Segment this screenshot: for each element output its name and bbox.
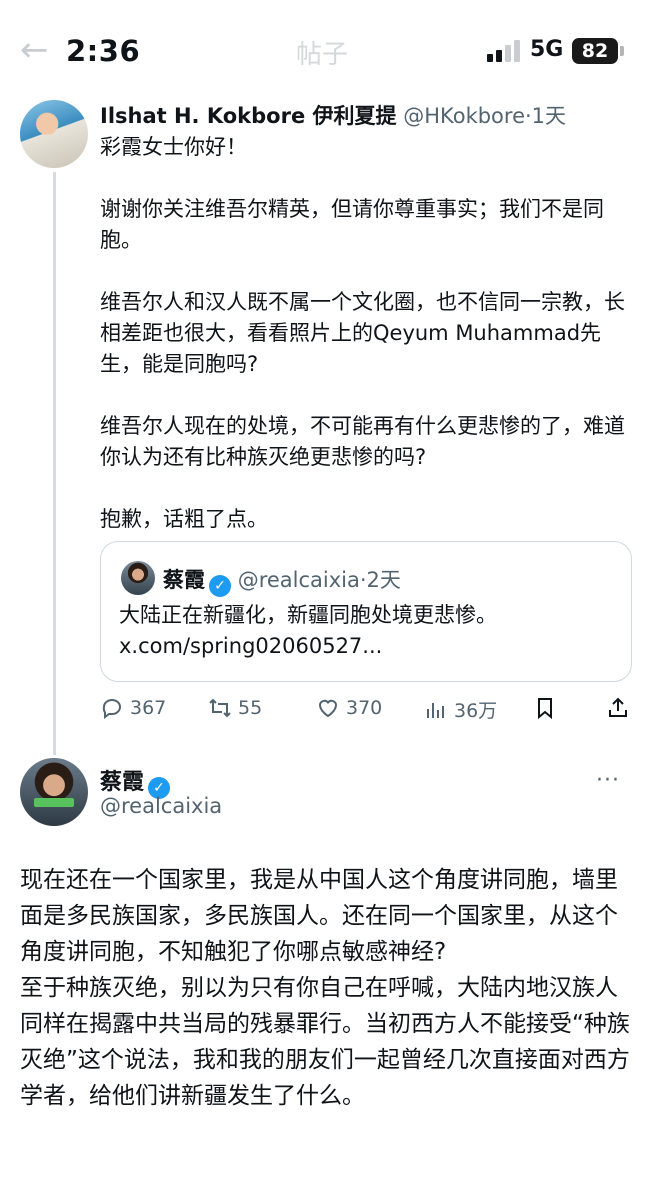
quoted-author-handle: @realcaixia (237, 568, 360, 592)
reply-button[interactable]: 367 (100, 696, 166, 720)
status-bar: ← 2:36 帖子 5G 82 (0, 0, 653, 100)
reply-author-handle[interactable]: @HKokbore (403, 104, 525, 128)
reply-paragraph: 抱歉，话粗了点。 (100, 507, 268, 531)
reply-author-name[interactable]: Ilshat H. Kokbore 伊利夏提 (100, 104, 397, 128)
main-post-paragraph: 至于种族灭绝，别以为只有你自己在呼喊，大陆内地汉族人同样在揭露中共当局的残暴罪行… (20, 975, 630, 1109)
battery-icon: 82 (572, 38, 618, 64)
quoted-timestamp: ·2天 (359, 568, 401, 592)
reply-paragraph: 维吾尔人和汉人既不属一个文化圈，也不信同一宗教，长相差距也很大，看看照片上的Qe… (100, 290, 625, 376)
share-button[interactable] (606, 696, 630, 720)
page-title: 帖子 (296, 40, 349, 70)
share-icon (609, 697, 627, 717)
quoted-author-avatar (121, 561, 155, 595)
verified-badge-icon: ✓ (209, 575, 231, 597)
quoted-header: 蔡霞 ✓ @realcaixia·2天 (163, 564, 401, 597)
main-author-handle[interactable]: @realcaixia (100, 794, 222, 818)
back-arrow-icon[interactable]: ← (20, 30, 49, 70)
like-icon (318, 699, 338, 718)
battery-tip (620, 46, 624, 56)
quoted-text: 大陆正在新疆化，新疆同胞处境更悲惨。 x.com/spring02060527.… (119, 603, 497, 658)
retweet-button[interactable]: 55 (208, 696, 262, 720)
battery-level: 82 (581, 40, 609, 62)
reply-icon (102, 698, 121, 719)
reply-action-bar: 367 55 370 36万 (100, 696, 630, 728)
main-post-text: 现在还在一个国家里，我是从中国人这个角度讲同胞，墙里面是多民族国家，多民族国人。… (20, 862, 632, 1114)
bookmark-button[interactable] (533, 696, 557, 720)
retweet-count: 55 (238, 697, 263, 719)
views-count: 36万 (454, 700, 498, 722)
network-type: 5G (530, 37, 564, 62)
reply-timestamp[interactable]: ·1天 (525, 104, 566, 128)
bookmark-icon (538, 698, 552, 720)
avatar-badge-strip (34, 798, 74, 807)
views-button[interactable]: 36万 (424, 696, 497, 723)
reply-author-avatar[interactable] (20, 100, 88, 168)
reply-paragraph: 谢谢你关注维吾尔精英，但请你尊重事实；我们不是同胞。 (100, 197, 604, 252)
quoted-author-name: 蔡霞 (163, 568, 205, 592)
main-author-avatar[interactable] (20, 758, 88, 826)
status-time: 2:36 (66, 34, 141, 68)
reply-paragraph: 维吾尔人现在的处境，不可能再有什么更悲惨的了，难道你认为还有比种族灭绝更悲惨的吗… (100, 414, 625, 469)
reply-count: 367 (130, 697, 167, 719)
thread-connector-line (53, 172, 56, 755)
main-author-name[interactable]: 蔡霞 (100, 770, 144, 795)
reply-paragraph: 彩霞女士你好！ (100, 135, 247, 159)
retweet-icon (209, 698, 231, 718)
signal-icon (487, 40, 523, 62)
like-count: 370 (346, 697, 383, 719)
views-icon (427, 702, 444, 718)
reply-text: 彩霞女士你好！ 谢谢你关注维吾尔精英，但请你尊重事实；我们不是同胞。 维吾尔人和… (100, 132, 630, 535)
reply-header: Ilshat H. Kokbore 伊利夏提 @HKokbore·1天 (100, 100, 566, 130)
more-icon[interactable]: ··· (596, 768, 620, 793)
main-post-paragraph: 现在还在一个国家里，我是从中国人这个角度讲同胞，墙里面是多民族国家，多民族国人。… (20, 867, 618, 965)
like-button[interactable]: 370 (316, 696, 382, 720)
quoted-tweet-card[interactable]: 蔡霞 ✓ @realcaixia·2天 大陆正在新疆化，新疆同胞处境更悲惨。 x.… (100, 541, 632, 682)
